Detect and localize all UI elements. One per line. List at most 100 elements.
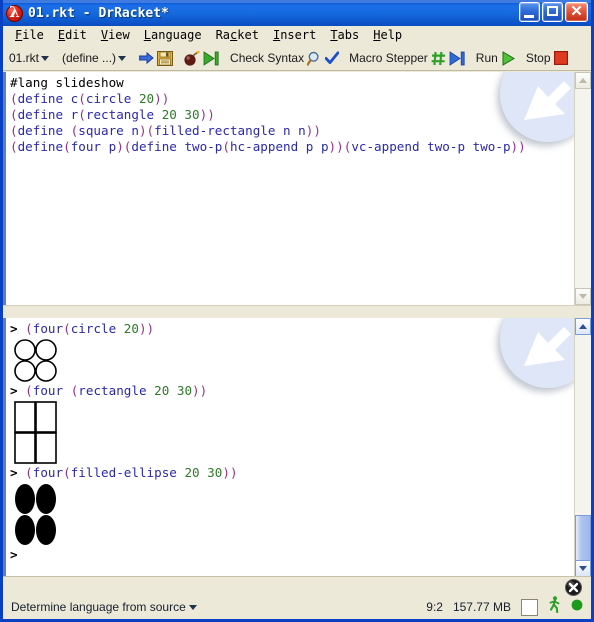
stop-label: Stop bbox=[525, 51, 551, 65]
repl-prompt: > bbox=[10, 383, 26, 398]
code-token: 20 30 bbox=[161, 107, 200, 122]
file-dropdown[interactable]: 01.rkt bbox=[9, 51, 50, 65]
definitions-pane: #lang slideshow (define c(circle 20)) (def… bbox=[3, 72, 591, 305]
chevron-up-icon bbox=[579, 78, 587, 83]
code-token: ( bbox=[63, 321, 71, 336]
code-token: )) bbox=[138, 321, 155, 336]
scroll-up-button[interactable] bbox=[575, 72, 591, 89]
code-token: four bbox=[32, 465, 64, 480]
code-token: #lang slideshow bbox=[10, 75, 124, 90]
definition-dropdown[interactable]: (define ...) bbox=[62, 51, 127, 65]
memory-usage: 157.77 MB bbox=[452, 600, 511, 614]
step-forward-icon[interactable] bbox=[203, 50, 220, 66]
code-token: ( bbox=[10, 91, 18, 106]
chevron-up-icon bbox=[579, 324, 587, 329]
macro-stepper-label: Macro Stepper bbox=[349, 51, 428, 65]
interactions-text-area[interactable]: > (four(circle 20)) > (four (rectangle 20… bbox=[3, 318, 574, 577]
close-icon: ✕ bbox=[570, 3, 583, 20]
code-line: (define (square n)(filled-rectangle n n)… bbox=[10, 123, 574, 139]
close-circle-icon[interactable] bbox=[565, 579, 582, 596]
bomb-icon[interactable] bbox=[183, 49, 200, 66]
interactions-scrollbar[interactable] bbox=[574, 318, 591, 577]
code-token: )) bbox=[222, 465, 238, 480]
code-token: define two-p bbox=[131, 139, 223, 154]
stop-button[interactable]: Stop bbox=[525, 51, 568, 66]
chevron-down-icon bbox=[188, 604, 197, 610]
cursor-position: 9:2 bbox=[426, 600, 443, 614]
menu-item-racket[interactable]: Racket bbox=[209, 27, 266, 44]
repl-picture-four-rectangles bbox=[14, 401, 57, 464]
code-token: rectangle bbox=[85, 107, 162, 122]
macro-hash-icon bbox=[431, 51, 446, 66]
chevron-down-icon bbox=[579, 566, 587, 571]
caption-buttons: ✕ bbox=[519, 2, 588, 22]
file-dropdown-label: 01.rkt bbox=[9, 51, 40, 65]
language-selector[interactable]: Determine language from source bbox=[11, 600, 197, 614]
code-line: (define c(circle 20)) bbox=[10, 91, 574, 107]
scroll-up-button[interactable] bbox=[575, 318, 591, 335]
repl-picture-four-filled-ellipses bbox=[14, 483, 56, 545]
menu-item-language[interactable]: Language bbox=[137, 27, 209, 44]
code-token: ( bbox=[146, 123, 155, 138]
definitions-scrollbar[interactable] bbox=[574, 72, 591, 305]
run-label: Run bbox=[475, 51, 498, 65]
definition-dropdown-label: (define ...) bbox=[62, 51, 117, 65]
menu-item-view[interactable]: View bbox=[94, 27, 137, 44]
definitions-text-area[interactable]: #lang slideshow (define c(circle 20)) (def… bbox=[3, 72, 574, 305]
drracket-window: λ 01.rkt - DrRacket* ✕ File Edit View La… bbox=[0, 0, 594, 622]
code-token: filled-rectangle n n bbox=[154, 123, 306, 138]
code-token: 20 bbox=[123, 321, 139, 336]
chevron-down-icon bbox=[579, 294, 587, 299]
macro-stepper-button[interactable]: Macro Stepper bbox=[349, 50, 466, 66]
repl-prompt-line: > bbox=[10, 547, 574, 563]
code-token: rectangle bbox=[78, 383, 155, 398]
arrow-right-icon[interactable] bbox=[138, 51, 154, 65]
repl-prompt: > bbox=[10, 465, 26, 480]
repl-picture-four-circles bbox=[14, 339, 57, 382]
editor-repl-panes: #lang slideshow (define c(circle 20)) (def… bbox=[3, 72, 591, 577]
menu-item-tabs[interactable]: Tabs bbox=[323, 27, 366, 44]
menu-item-insert[interactable]: Insert bbox=[266, 27, 323, 44]
menu-item-help[interactable]: Help bbox=[366, 27, 409, 44]
code-token: 20 30 bbox=[184, 465, 223, 480]
code-token: four bbox=[32, 383, 71, 398]
scroll-down-button[interactable] bbox=[575, 288, 591, 305]
menu-item-file[interactable]: File bbox=[8, 27, 51, 44]
run-button[interactable]: Run bbox=[475, 50, 516, 66]
repl-prompt-line: > (four (rectangle 20 30)) bbox=[10, 383, 574, 399]
check-syntax-button[interactable]: Check Syntax bbox=[230, 51, 340, 66]
status-indicators: 9:2 157.77 MB bbox=[426, 595, 583, 619]
code-token: four bbox=[32, 321, 64, 336]
code-line: (define(four p)(define two-p(hc-append p… bbox=[10, 139, 574, 155]
code-token: )) bbox=[328, 139, 344, 154]
code-token: ( bbox=[78, 107, 86, 122]
code-token: 20 30 bbox=[154, 383, 193, 398]
toolbar: 01.rkt (define ...) Check Syntax Macro S… bbox=[3, 46, 591, 71]
code-token: define bbox=[17, 123, 71, 138]
code-token: )) bbox=[192, 383, 208, 398]
code-line: #lang slideshow bbox=[10, 75, 574, 91]
code-token: define r bbox=[17, 107, 79, 122]
menu-item-edit[interactable]: Edit bbox=[51, 27, 94, 44]
close-button[interactable]: ✕ bbox=[565, 2, 588, 22]
code-token: ( bbox=[78, 91, 86, 106]
checkmark-icon bbox=[324, 51, 340, 65]
window-title: 01.rkt - DrRacket* bbox=[28, 5, 169, 21]
repl-prompt-line: > (four(circle 20)) bbox=[10, 321, 574, 337]
minimize-button[interactable] bbox=[519, 2, 540, 22]
code-token: 20 bbox=[138, 91, 155, 106]
code-token: ( bbox=[10, 139, 18, 154]
code-token: ( bbox=[25, 465, 33, 480]
repl-prompt: > bbox=[10, 547, 26, 562]
floppy-disk-icon[interactable] bbox=[157, 50, 174, 66]
code-token: ( bbox=[10, 123, 18, 138]
memory-indicator[interactable] bbox=[521, 598, 538, 616]
maximize-button[interactable] bbox=[542, 2, 563, 22]
language-label: Determine language from source bbox=[11, 600, 186, 614]
scroll-down-button[interactable] bbox=[575, 560, 591, 577]
code-token: filled-ellipse bbox=[70, 465, 185, 480]
stop-square-icon bbox=[553, 51, 568, 66]
code-token: ) bbox=[116, 139, 124, 154]
code-line: (define r(rectangle 20 30)) bbox=[10, 107, 574, 123]
run-debug-group bbox=[183, 49, 220, 66]
